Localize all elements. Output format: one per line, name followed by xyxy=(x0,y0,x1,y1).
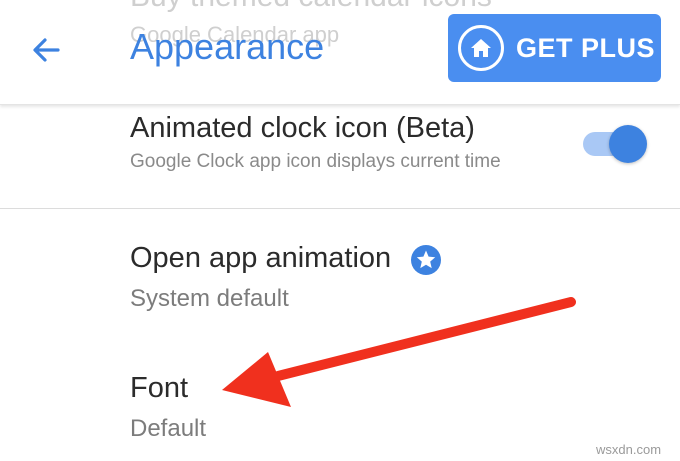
back-arrow-icon xyxy=(33,38,60,62)
setting-value: Default xyxy=(130,415,207,442)
home-icon xyxy=(458,25,504,71)
divider xyxy=(0,208,680,209)
back-button[interactable] xyxy=(26,30,66,70)
setting-title: Font xyxy=(130,372,189,404)
setting-value: System default xyxy=(130,285,289,312)
animated-clock-toggle[interactable] xyxy=(583,124,647,166)
page-title: Appearance xyxy=(130,26,325,67)
star-badge-icon xyxy=(410,244,442,276)
setting-title: Animated clock icon (Beta) xyxy=(130,112,475,144)
watermark: wsxdn.com xyxy=(596,442,662,457)
get-plus-button[interactable]: GET PLUS xyxy=(448,14,661,82)
toggle-thumb xyxy=(609,125,647,163)
setting-title: Open app animation xyxy=(130,242,392,274)
scrolled-item-title: Buy themed calendar icons xyxy=(130,0,492,14)
setting-subtitle: Google Clock app icon displays current t… xyxy=(130,151,501,172)
get-plus-label: GET PLUS xyxy=(516,32,656,63)
app-bar: Buy themed calendar icons Google Calenda… xyxy=(0,0,680,105)
